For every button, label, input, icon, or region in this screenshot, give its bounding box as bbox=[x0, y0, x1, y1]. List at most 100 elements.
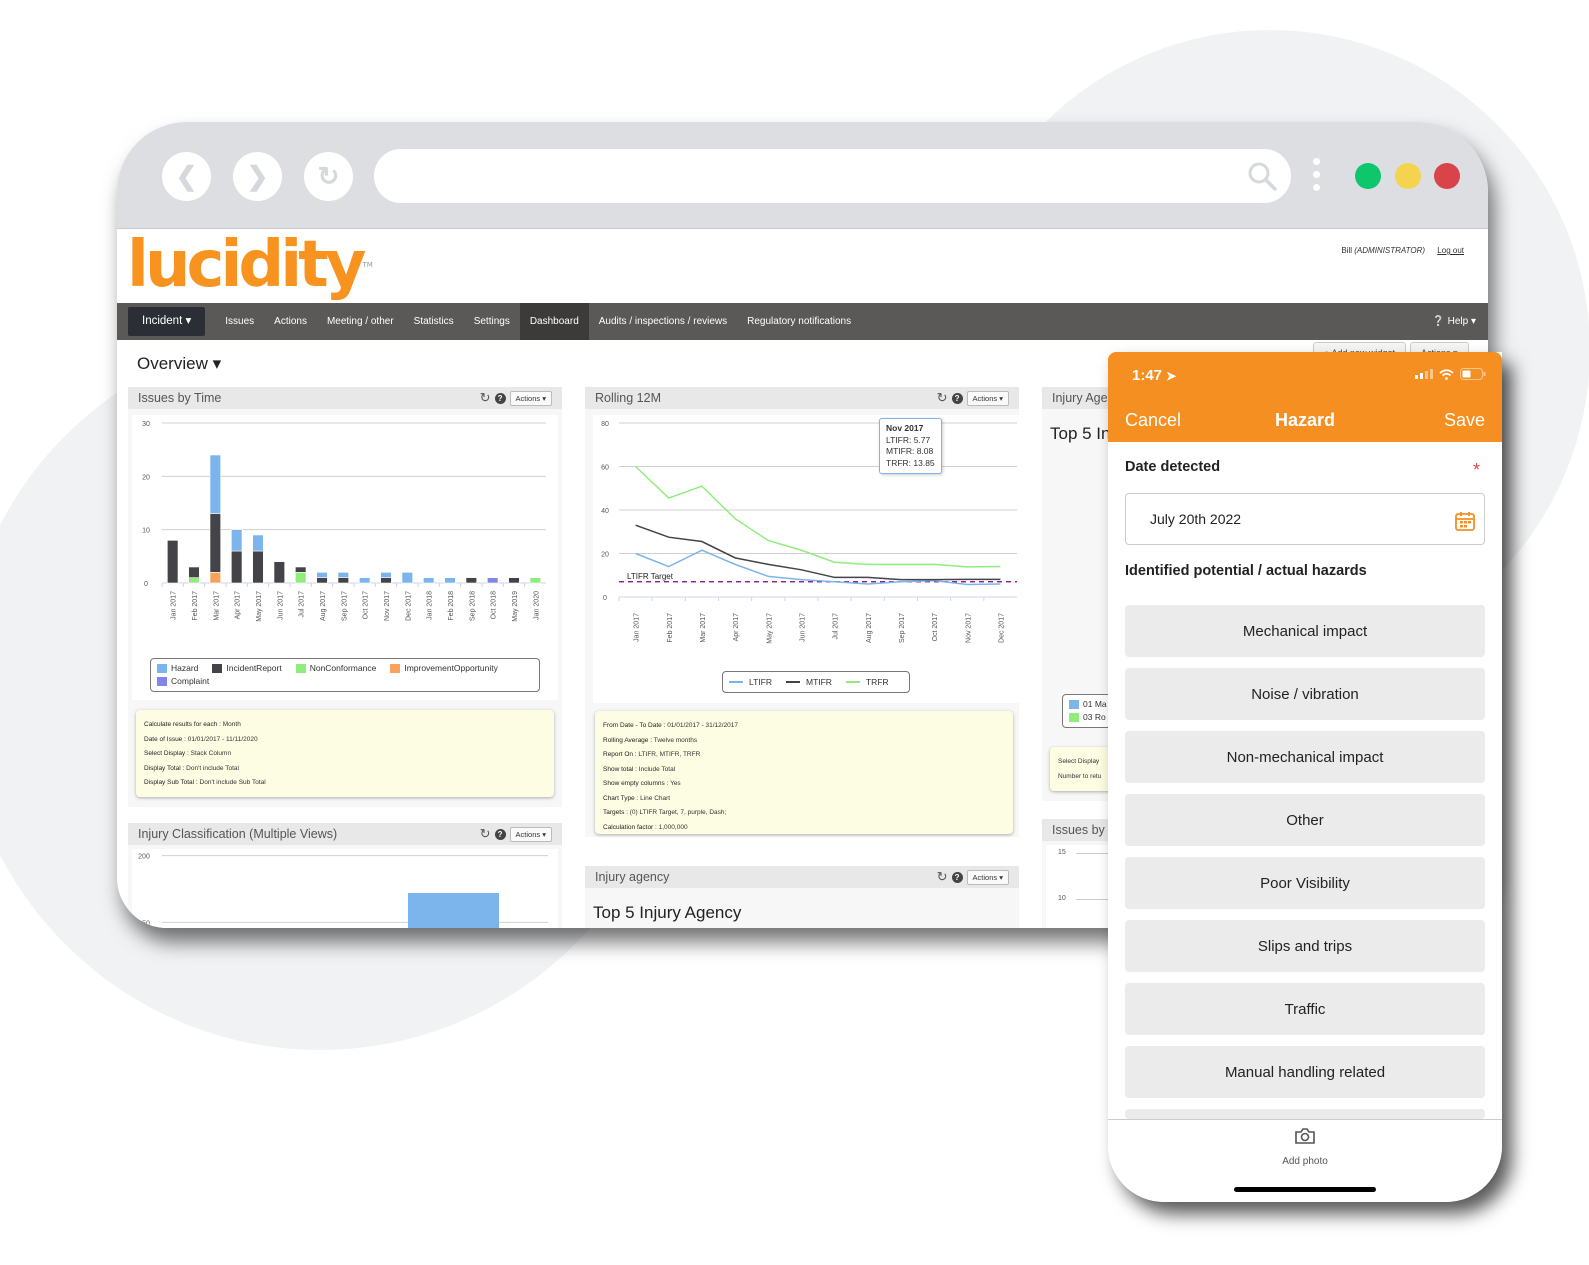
bar-segment bbox=[401, 572, 413, 584]
nav-actions[interactable]: Actions bbox=[264, 303, 317, 340]
nav-issues[interactable]: Issues bbox=[215, 303, 264, 340]
hazard-option[interactable]: Other bbox=[1125, 794, 1485, 846]
y-tick-label: 20 bbox=[601, 552, 609, 559]
required-indicator: * bbox=[1472, 460, 1480, 480]
x-tick-label: Nov 2017 bbox=[384, 591, 391, 621]
widget-actions-button[interactable]: Actions ▾ bbox=[966, 390, 1009, 406]
legend-item[interactable]: Complaint bbox=[157, 675, 209, 688]
bar-segment bbox=[209, 572, 221, 584]
bar-segment bbox=[316, 572, 328, 578]
info-line: Display Sub Total : Don't include Sub To… bbox=[144, 779, 266, 786]
nav-settings[interactable]: Settings bbox=[464, 303, 520, 340]
x-tick-label: Oct 2018 bbox=[491, 591, 498, 620]
widget-actions-button[interactable]: Actions ▾ bbox=[966, 869, 1009, 885]
help-icon[interactable]: ? bbox=[494, 828, 506, 840]
bar-segment bbox=[487, 577, 499, 584]
refresh-icon[interactable]: ↻ bbox=[937, 390, 948, 406]
forward-button[interactable]: ❯ bbox=[233, 152, 282, 201]
lucidity-logo[interactable]: lucidityTM bbox=[127, 231, 373, 299]
widget-actions-button[interactable]: Actions ▾ bbox=[509, 390, 552, 406]
module-dropdown[interactable]: Incident ▾ bbox=[128, 307, 206, 336]
x-tick-label: May 2017 bbox=[256, 591, 263, 622]
help-icon[interactable]: ? bbox=[494, 392, 506, 404]
hazard-option[interactable]: Slips and trips bbox=[1125, 920, 1485, 972]
nav-meeting[interactable]: Meeting / other bbox=[317, 303, 404, 340]
window-light-green[interactable] bbox=[1355, 163, 1381, 189]
help-icon: ❔ bbox=[1432, 316, 1445, 327]
nav-dashboard[interactable]: Dashboard bbox=[519, 303, 589, 340]
home-indicator[interactable] bbox=[1234, 1187, 1376, 1192]
x-tick-label: Jan 2018 bbox=[427, 591, 434, 620]
legend-item[interactable]: IncidentReport bbox=[212, 662, 282, 675]
widget-title: Issues by Time bbox=[138, 391, 222, 405]
info-line: From Date - To Date : 01/01/2017 - 31/12… bbox=[603, 722, 739, 729]
search-icon[interactable] bbox=[1247, 161, 1277, 191]
logout-link[interactable]: Log out bbox=[1437, 246, 1464, 255]
reload-icon: ↻ bbox=[317, 161, 340, 191]
bar bbox=[408, 893, 499, 928]
y-tick-label: 80 bbox=[601, 421, 609, 428]
rolling-chart-area: 0 20 40 60 80 Jan 2017 Feb 2017 Mar 2017 Apr 201… bbox=[593, 415, 1019, 703]
info-line: Calculation factor : 1,000,000 bbox=[603, 823, 688, 831]
refresh-icon[interactable]: ↻ bbox=[937, 869, 948, 885]
y-tick-label: 60 bbox=[601, 465, 609, 472]
widget-info-box: Calculate results for each : Month Date o… bbox=[136, 710, 554, 797]
x-tick-label: Jun 2017 bbox=[277, 591, 284, 620]
cancel-button[interactable]: Cancel bbox=[1125, 410, 1181, 431]
y-tick-label: 0 bbox=[603, 595, 607, 602]
kebab-menu-icon[interactable] bbox=[1313, 158, 1321, 196]
battery-icon bbox=[1460, 368, 1486, 380]
legend-item[interactable]: TRFR bbox=[845, 676, 889, 689]
nav-regulatory[interactable]: Regulatory notifications bbox=[737, 303, 861, 340]
calendar-icon[interactable] bbox=[1454, 510, 1476, 532]
hazard-option-partial[interactable] bbox=[1125, 1109, 1485, 1119]
date-detected-input[interactable]: July 20th 2022 bbox=[1125, 493, 1485, 545]
legend-swatch bbox=[212, 664, 223, 673]
window-light-yellow[interactable] bbox=[1395, 163, 1421, 189]
hazard-option[interactable]: Manual handling related bbox=[1125, 1046, 1485, 1098]
refresh-icon[interactable]: ↻ bbox=[480, 390, 491, 406]
widget-title: Rolling 12M bbox=[595, 391, 662, 405]
x-tick-label: Sep 2017 bbox=[899, 613, 906, 643]
legend-item[interactable]: NonConformance bbox=[295, 662, 376, 675]
help-icon[interactable]: ? bbox=[951, 392, 963, 404]
widget-actions-button[interactable]: Actions ▾ bbox=[509, 826, 552, 842]
y-tick-label: 15 bbox=[1058, 849, 1066, 856]
x-tick-label: Jan 2017 bbox=[634, 613, 641, 642]
window-light-red[interactable] bbox=[1434, 163, 1460, 189]
hazard-option[interactable]: Traffic bbox=[1125, 983, 1485, 1035]
widget-issues-by-time: Issues by Time ↻ ? Actions ▾ 0 10 20 30 Jan … bbox=[128, 387, 562, 807]
legend-line bbox=[845, 681, 860, 683]
address-bar[interactable] bbox=[374, 149, 1291, 203]
bar-segment bbox=[209, 513, 221, 573]
issues-chart-area: 0 10 20 30 Jan 2017 Feb 2017 Mar 2017 Apr 2017 M… bbox=[132, 415, 558, 700]
hazard-option[interactable]: Mechanical impact bbox=[1125, 605, 1485, 657]
help-menu[interactable]: ❔ Help ▾ bbox=[1432, 316, 1476, 327]
legend-item[interactable]: LTIFR bbox=[729, 676, 772, 689]
reload-button[interactable]: ↻ bbox=[304, 152, 353, 201]
wifi-icon bbox=[1439, 368, 1454, 380]
date-value: July 20th 2022 bbox=[1150, 511, 1242, 527]
series-line-mtifr bbox=[635, 524, 1001, 581]
hazard-option[interactable]: Non-mechanical impact bbox=[1125, 731, 1485, 783]
page-title[interactable]: Overview ▾ bbox=[137, 354, 221, 374]
back-button[interactable]: ❮ bbox=[162, 152, 211, 201]
help-icon[interactable]: ? bbox=[951, 871, 963, 883]
bar-segment bbox=[359, 577, 371, 584]
widget-subtitle: Top 5 In bbox=[1050, 424, 1111, 443]
bar-segment bbox=[252, 550, 264, 584]
legend-item[interactable]: ImprovementOpportunity bbox=[390, 662, 498, 675]
x-tick-label: Dec 2017 bbox=[405, 591, 412, 621]
refresh-icon[interactable]: ↻ bbox=[480, 826, 491, 842]
nav-audits[interactable]: Audits / inspections / reviews bbox=[589, 303, 737, 340]
hazard-option[interactable]: Poor Visibility bbox=[1125, 857, 1485, 909]
legend-swatch bbox=[157, 677, 167, 686]
save-button[interactable]: Save bbox=[1444, 410, 1485, 431]
widget-title: Injury Classification (Multiple Views) bbox=[138, 827, 338, 841]
legend-item[interactable]: Hazard bbox=[157, 662, 198, 675]
nav-statistics[interactable]: Statistics bbox=[404, 303, 464, 340]
user-role: (ADMINISTRATOR) bbox=[1354, 246, 1426, 255]
legend-item[interactable]: MTIFR bbox=[785, 676, 832, 689]
bar-segment bbox=[231, 529, 243, 552]
hazard-option[interactable]: Noise / vibration bbox=[1125, 668, 1485, 720]
